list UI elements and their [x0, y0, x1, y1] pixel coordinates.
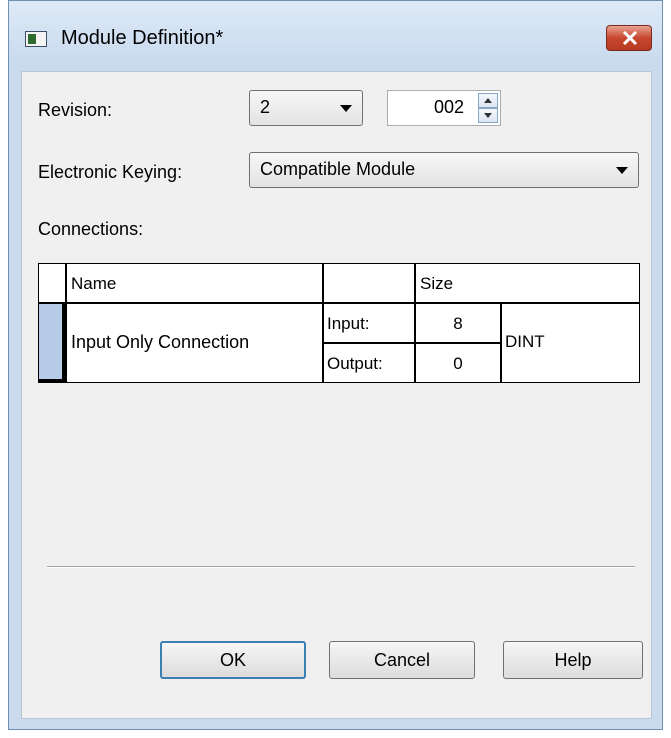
output-label: Output: — [327, 354, 383, 373]
separator-line — [47, 566, 635, 568]
help-button[interactable]: Help — [503, 641, 643, 679]
chevron-down-icon — [340, 105, 352, 112]
spin-down-icon[interactable] — [478, 108, 498, 123]
column-header-name-text: Name — [71, 274, 117, 293]
output-label-cell: Output: — [323, 343, 415, 383]
electronic-keying-label: Electronic Keying: — [38, 162, 183, 182]
dialog-window: Module Definition* Revision: 2 002 Elect… — [8, 0, 663, 730]
spin-up-icon[interactable] — [478, 93, 498, 108]
revision-major-dropdown[interactable]: 2 — [249, 90, 363, 126]
electronic-keying-value: Compatible Module — [260, 159, 416, 179]
title-bar[interactable]: Module Definition* — [9, 1, 662, 71]
connections-grid: Name Size Input Only Connection Input: 8… — [38, 263, 640, 383]
input-label-cell: Input: — [323, 303, 415, 343]
data-type: DINT — [505, 332, 545, 351]
row-selector[interactable] — [38, 303, 66, 383]
connection-name: Input Only Connection — [71, 332, 250, 352]
cancel-button[interactable]: Cancel — [329, 641, 475, 679]
dialog-body: Revision: 2 002 Electronic Keying: Compa… — [21, 71, 652, 719]
table-row[interactable]: Input Only Connection — [66, 303, 323, 383]
column-header-type[interactable] — [323, 263, 415, 303]
electronic-keying-dropdown[interactable]: Compatible Module — [249, 152, 639, 188]
revision-major-value: 2 — [260, 97, 271, 117]
revision-label: Revision: — [38, 100, 113, 120]
column-header-size-text: Size — [420, 274, 454, 293]
output-size-cell[interactable]: 0 — [415, 343, 501, 383]
input-label: Input: — [327, 314, 370, 333]
close-icon — [622, 31, 638, 45]
data-type-cell[interactable]: DINT — [501, 303, 640, 383]
output-size: 0 — [453, 354, 463, 373]
connections-label: Connections: — [38, 219, 144, 239]
close-button[interactable] — [606, 25, 652, 51]
revision-minor-stepper[interactable]: 002 — [387, 90, 501, 126]
input-size: 8 — [453, 314, 463, 333]
column-header-name[interactable]: Name — [66, 263, 323, 303]
revision-minor-value: 002 — [433, 97, 464, 117]
module-window-icon — [25, 31, 47, 47]
window-title: Module Definition* — [61, 27, 224, 49]
input-size-cell[interactable]: 8 — [415, 303, 501, 343]
chevron-down-icon[interactable] — [616, 167, 628, 174]
ok-button[interactable]: OK — [160, 641, 306, 679]
grid-corner-header — [38, 263, 66, 303]
column-header-size[interactable]: Size — [415, 263, 640, 303]
